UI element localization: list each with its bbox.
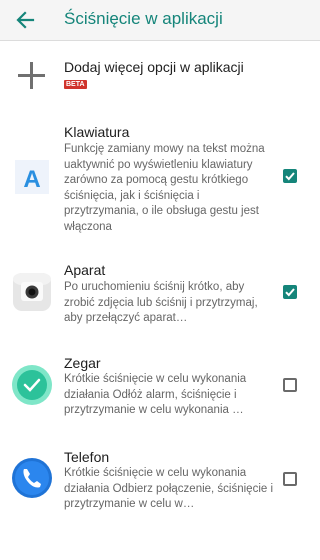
camera-app-icon — [11, 271, 53, 313]
item-title: Aparat — [64, 262, 106, 278]
item-title: Zegar — [64, 355, 101, 371]
camera-checkbox[interactable] — [283, 285, 297, 299]
clock-checkbox[interactable] — [283, 378, 297, 392]
phone-app-icon — [11, 457, 53, 499]
item-description: Krótkie ściśnięcie w celu wykonania dzia… — [64, 467, 274, 510]
item-description: Po uruchomieniu ściśnij krótko, aby zrob… — [64, 281, 258, 324]
phone-checkbox[interactable] — [283, 472, 297, 486]
keyboard-checkbox[interactable] — [283, 169, 297, 183]
item-title: Telefon — [64, 449, 110, 465]
item-description: Krótkie ściśnięcie w celu wykonania dzia… — [64, 373, 247, 416]
item-description: Funkcję zamiany mowy na tekst można uakt… — [64, 143, 265, 233]
item-title: Klawiatura — [64, 124, 130, 140]
clock-app-icon — [11, 364, 53, 406]
add-option-label: Dodaj więcej opcji w aplikacji — [64, 59, 244, 75]
plus-icon — [18, 62, 45, 89]
keyboard-app-icon: A — [11, 156, 53, 198]
back-arrow-icon[interactable] — [14, 9, 36, 31]
svg-text:A: A — [23, 166, 40, 193]
app-bar: Ściśnięcie w aplikacji — [0, 0, 320, 41]
page-title: Ściśnięcie w aplikacji — [64, 9, 223, 28]
beta-badge: BETA — [64, 80, 87, 89]
